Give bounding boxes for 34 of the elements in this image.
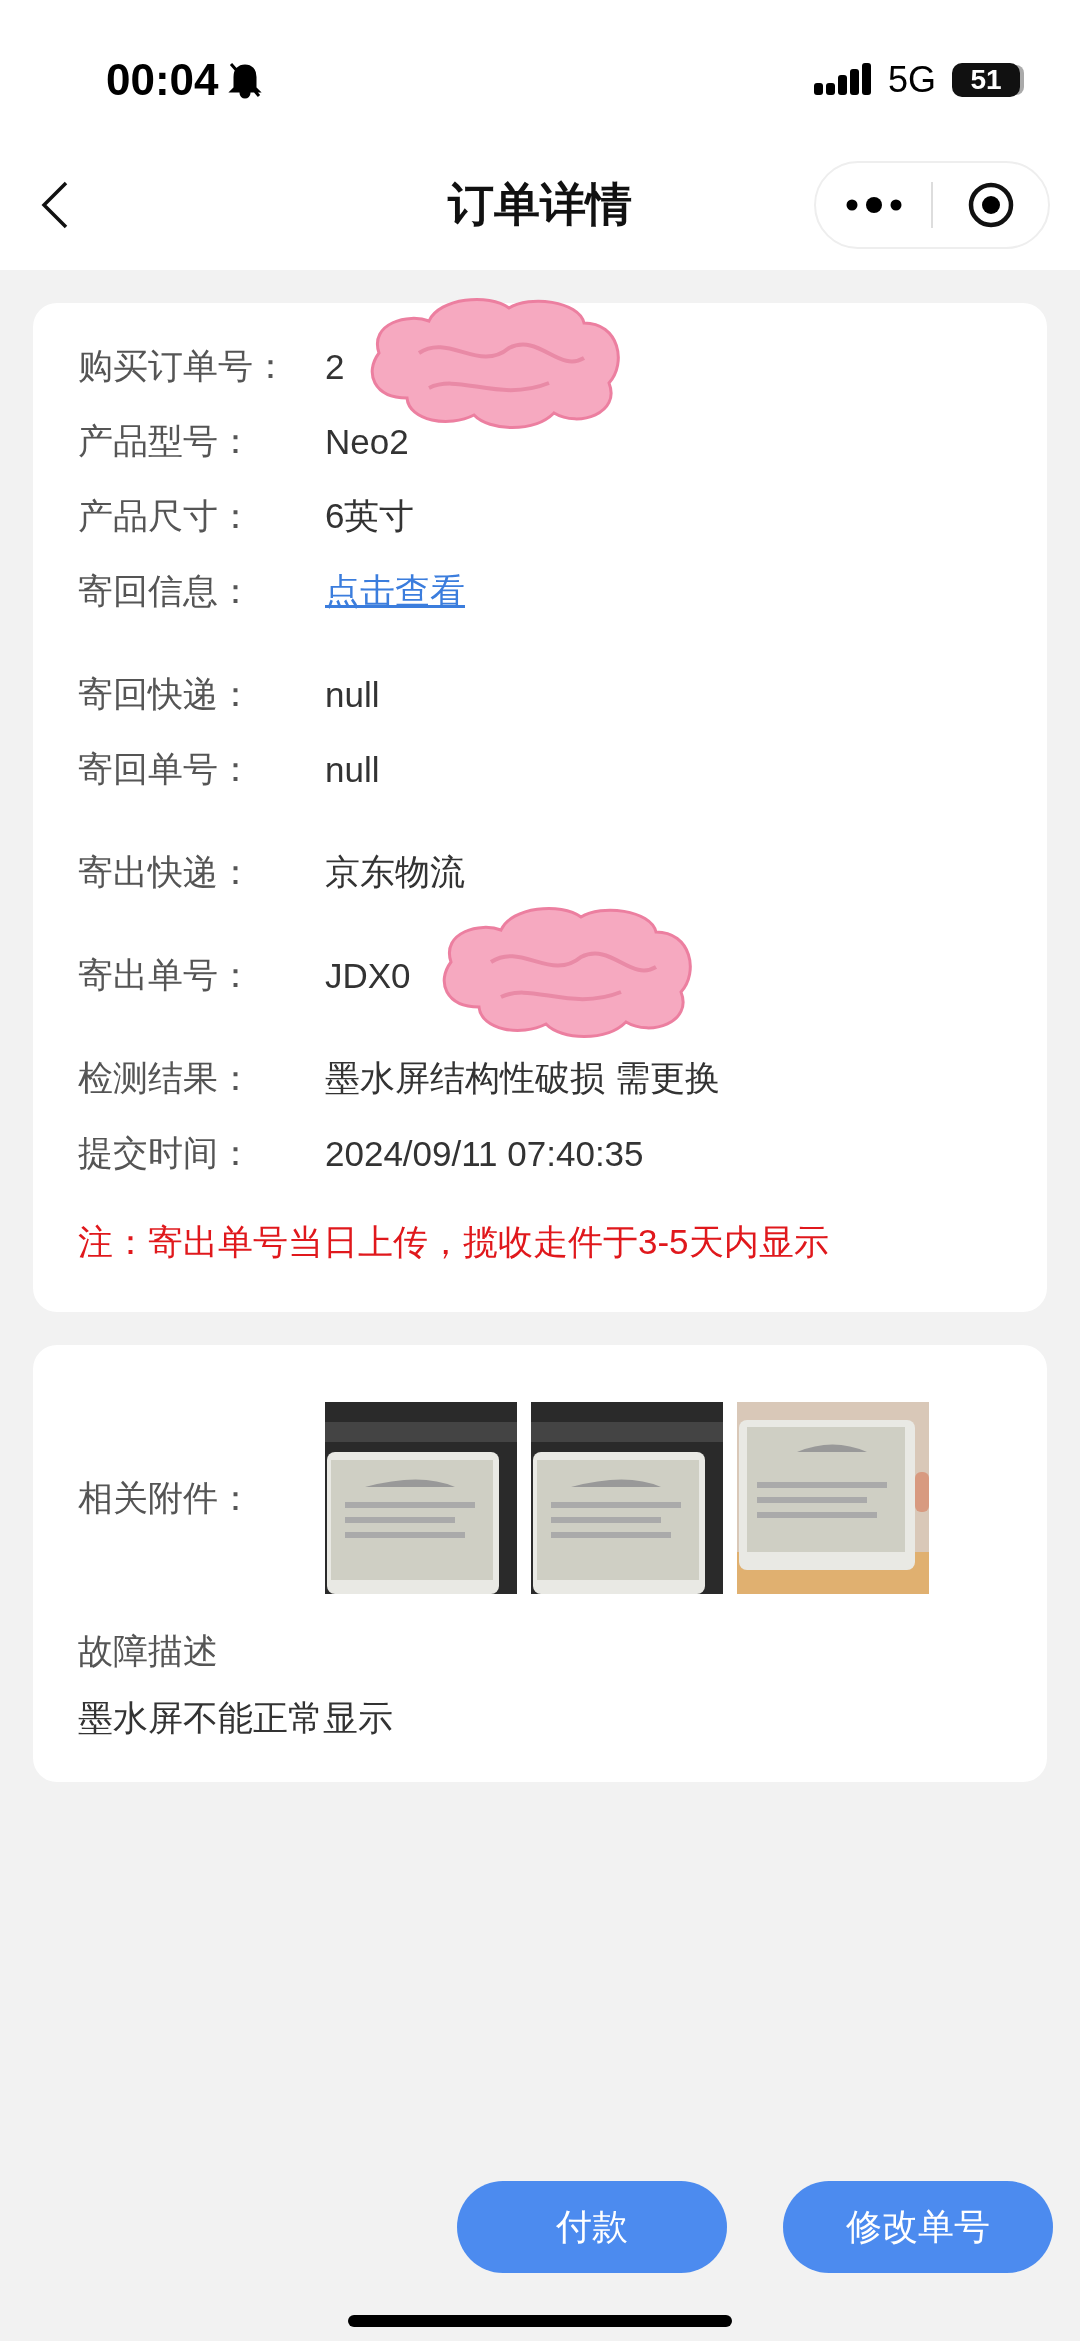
fault-description: 墨水屏不能正常显示 — [78, 1697, 394, 1739]
field-label: 产品型号： — [78, 420, 254, 462]
clock: 00:04 — [106, 55, 219, 105]
field-label: 相关附件： — [78, 1476, 254, 1519]
field-label: 寄回快递： — [78, 673, 254, 715]
section-label: 故障描述 — [78, 1630, 219, 1672]
field-label: 寄出单号： — [78, 954, 254, 996]
field-value: 6英寸 — [325, 495, 415, 537]
view-link[interactable]: 点击查看 — [325, 568, 465, 615]
field-label: 寄回单号： — [78, 748, 254, 790]
field-label: 提交时间： — [78, 1132, 254, 1174]
field-label: 购买订单号： — [78, 345, 289, 387]
field-value: 2024/09/11 07:40:35 — [325, 1133, 644, 1174]
field-label: 寄出快递： — [78, 851, 254, 893]
field-value: null — [325, 749, 380, 790]
action-button[interactable]: 付款 — [457, 2181, 727, 2273]
signal-icon — [813, 63, 872, 97]
field-label: 寄回信息： — [78, 570, 254, 612]
close-icon[interactable] — [966, 181, 1015, 229]
notice-text: 注：寄出单号当日上传，揽收走件于3-5天内显示 — [78, 1221, 830, 1263]
back-icon[interactable] — [40, 180, 70, 230]
field-value: 墨水屏结构性破损 需更换 — [325, 1057, 720, 1099]
field-label: 检测结果： — [78, 1057, 254, 1099]
field-value: null — [325, 674, 380, 715]
muted-bell-icon — [226, 60, 263, 100]
action-button[interactable]: 修改单号 — [783, 2181, 1053, 2273]
network-label: 5G — [887, 59, 936, 101]
field-label: 产品尺寸： — [78, 495, 254, 537]
field-value: Neo2 — [325, 421, 409, 462]
more-icon[interactable] — [845, 195, 902, 215]
page-title: 订单详情 — [448, 177, 632, 232]
field-value: 京东物流 — [325, 851, 465, 893]
field-value: 2 — [325, 346, 345, 387]
field-value: JDX0 — [325, 955, 411, 996]
